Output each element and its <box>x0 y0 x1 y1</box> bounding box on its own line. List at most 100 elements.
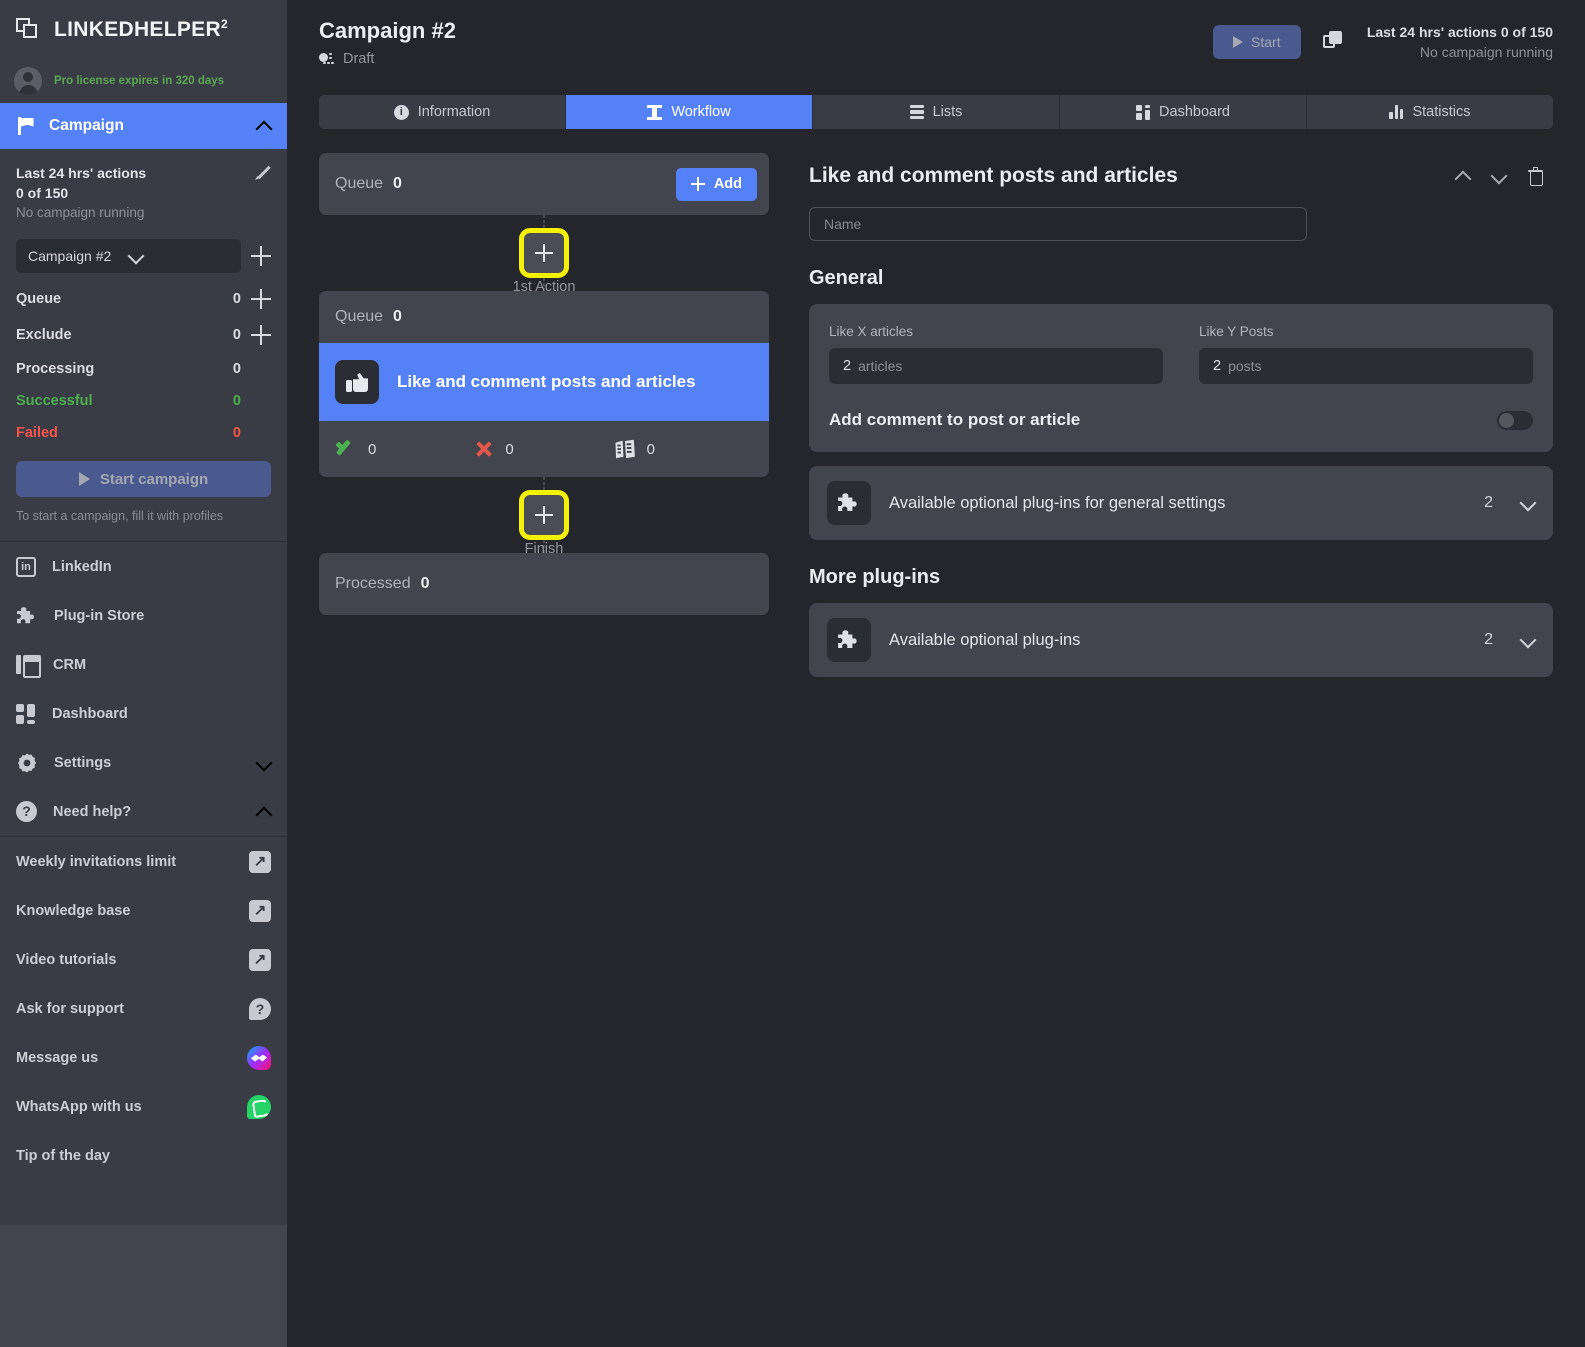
main-area: Campaign #2 Draft Start Last 24 hrs' act… <box>287 0 1585 1347</box>
linkedin-icon: in <box>16 556 36 577</box>
account-row[interactable]: Pro license expires in 320 days <box>0 58 287 103</box>
statistics-icon <box>1389 105 1404 119</box>
edit-icon[interactable] <box>255 165 271 181</box>
connector-finish: Finish <box>319 477 769 557</box>
field-like-x-articles-value: 2 <box>843 358 852 374</box>
field-like-y-posts-unit: posts <box>1228 358 1262 374</box>
sidebar-item-linkedin[interactable]: in LinkedIn <box>0 542 287 591</box>
top-campaign-status: No campaign running <box>1419 44 1553 60</box>
counter-failed[interactable]: Failed 0 <box>16 425 271 441</box>
field-like-x-articles-label: Like X articles <box>829 324 914 339</box>
connector-caption-finish: Finish <box>524 541 564 557</box>
action-stat-successful-value: 0 <box>368 440 377 458</box>
move-up-button[interactable] <box>1445 161 1481 191</box>
sidebar-item-linkedin-label: LinkedIn <box>52 558 112 575</box>
counter-exclude[interactable]: Exclude 0 <box>16 325 271 345</box>
move-down-button[interactable] <box>1481 161 1517 191</box>
add-to-queue-button[interactable] <box>251 289 271 309</box>
add-next-action-button[interactable] <box>519 490 569 540</box>
sidebar-item-need-help[interactable]: ? Need help? <box>0 787 287 836</box>
tab-lists[interactable]: Lists <box>813 95 1060 129</box>
start-button[interactable]: Start <box>1212 25 1301 59</box>
action-queue-label: Queue <box>335 308 384 325</box>
chevron-up-icon[interactable] <box>257 805 271 819</box>
tab-dashboard[interactable]: Dashboard <box>1060 95 1307 129</box>
sidebar-item-video-tutorials[interactable]: Video tutorials <box>0 935 287 984</box>
sidebar-item-plugin-store[interactable]: Plug-in Store <box>0 591 287 640</box>
action-name-input[interactable] <box>809 207 1307 241</box>
check-icon <box>335 440 357 458</box>
sidebar-item-message-us[interactable]: Message us <box>0 1033 287 1082</box>
add-to-queue-button[interactable]: Add <box>675 167 757 201</box>
start-campaign-button[interactable]: Start campaign <box>16 461 271 497</box>
counter-queue[interactable]: Queue 0 <box>16 289 271 309</box>
add-comment-toggle-row: Add comment to post or article <box>829 410 1533 430</box>
sidebar-item-dashboard[interactable]: Dashboard <box>0 689 287 738</box>
action-stat-failed: 0 <box>474 439 613 459</box>
more-plugins-card[interactable]: Available optional plug-ins 2 <box>809 603 1553 677</box>
start-campaign-label: Start campaign <box>99 470 209 488</box>
sidebar-item-settings-label: Settings <box>54 754 112 771</box>
avatar[interactable] <box>14 66 42 95</box>
sidebar-item-weekly-invitations-limit[interactable]: Weekly invitations limit <box>0 837 287 886</box>
sidebar-item-ask-for-support[interactable]: Ask for support <box>0 984 287 1033</box>
processed-label: Processed <box>335 575 411 592</box>
action-row-like-and-comment[interactable]: Like and comment posts and articles <box>319 343 769 421</box>
field-like-y-posts-input[interactable]: 2 posts <box>1199 348 1533 384</box>
add-first-action-button[interactable] <box>519 228 569 278</box>
counter-successful[interactable]: Successful 0 <box>16 393 271 409</box>
top-bar: Campaign #2 Draft Start Last 24 hrs' act… <box>287 0 1585 95</box>
tab-information[interactable]: i Information <box>319 95 566 129</box>
sidebar-item-whatsapp-with-us[interactable]: WhatsApp with us <box>0 1082 287 1131</box>
tab-bar: i Information Workflow Lists Dashboard S… <box>319 95 1553 129</box>
sidebar-item-crm-label: CRM <box>53 656 87 673</box>
general-plugins-card[interactable]: Available optional plug-ins for general … <box>809 466 1553 540</box>
plugin-icon-container <box>827 481 871 525</box>
sidebar-item-campaign[interactable]: Campaign <box>0 103 287 149</box>
action-stat-successful: 0 <box>335 440 474 458</box>
counter-processing[interactable]: Processing 0 <box>16 361 271 377</box>
sidebar-item-knowledge-base-label: Knowledge base <box>16 902 131 919</box>
sidebar-item-crm[interactable]: CRM <box>0 640 287 689</box>
plus-icon <box>535 506 553 524</box>
license-status: Pro license expires in 320 days <box>54 74 225 87</box>
add-to-exclude-button[interactable] <box>251 325 271 345</box>
add-button-label: Add <box>713 176 742 192</box>
sidebar-item-settings[interactable]: Settings <box>0 738 287 787</box>
add-comment-toggle[interactable] <box>1497 410 1533 430</box>
more-plugins-title: Available optional plug-ins <box>889 630 1081 649</box>
settings-title: Like and comment posts and articles <box>809 164 1178 187</box>
field-like-x-articles-input[interactable]: 2 articles <box>829 348 1163 384</box>
chevron-down-icon[interactable] <box>257 756 271 770</box>
chevron-down-icon[interactable] <box>1521 496 1535 510</box>
duplicate-campaign-icon[interactable] <box>1322 31 1345 53</box>
tab-statistics[interactable]: Statistics <box>1307 95 1553 129</box>
tab-workflow[interactable]: Workflow <box>566 95 813 129</box>
add-campaign-button[interactable] <box>251 246 271 266</box>
top-bar-meta: Last 24 hrs' actions 0 of 150 No campaig… <box>1367 24 1553 60</box>
action-stat-skipped: 0 <box>614 439 753 459</box>
lists-icon <box>909 104 924 120</box>
connector-caption-first-action: 1st Action <box>512 279 576 295</box>
sidebar-actions-value: 0 of 150 <box>16 185 69 201</box>
settings-header: Like and comment posts and articles <box>809 161 1553 191</box>
chevron-down-icon[interactable] <box>1521 633 1535 647</box>
plus-icon <box>690 177 705 191</box>
counter-failed-label: Failed <box>16 425 58 441</box>
tab-lists-label: Lists <box>932 104 963 120</box>
action-stat-skipped-value: 0 <box>646 440 655 458</box>
chevron-up-icon <box>1456 169 1470 183</box>
chevron-up-icon[interactable] <box>257 119 271 133</box>
play-icon <box>78 472 90 486</box>
counter-queue-value: 0 <box>232 291 241 307</box>
sidebar-item-tip-of-the-day[interactable]: Tip of the day <box>0 1131 287 1180</box>
workflow-column: Queue 0 Add 1st Action Queue 0 Like and … <box>319 153 769 1347</box>
counter-successful-label: Successful <box>16 393 93 409</box>
app-name: LINKEDHELPER2 <box>54 17 228 42</box>
general-fields: Like X articles 2 articles Like Y Posts … <box>829 324 1533 384</box>
sidebar-item-ask-for-support-label: Ask for support <box>16 1000 124 1017</box>
sidebar-item-knowledge-base[interactable]: Knowledge base <box>0 886 287 935</box>
delete-action-button[interactable] <box>1517 161 1553 191</box>
campaign-select[interactable]: Campaign #2 <box>16 239 241 273</box>
draft-status-icon <box>319 52 334 67</box>
